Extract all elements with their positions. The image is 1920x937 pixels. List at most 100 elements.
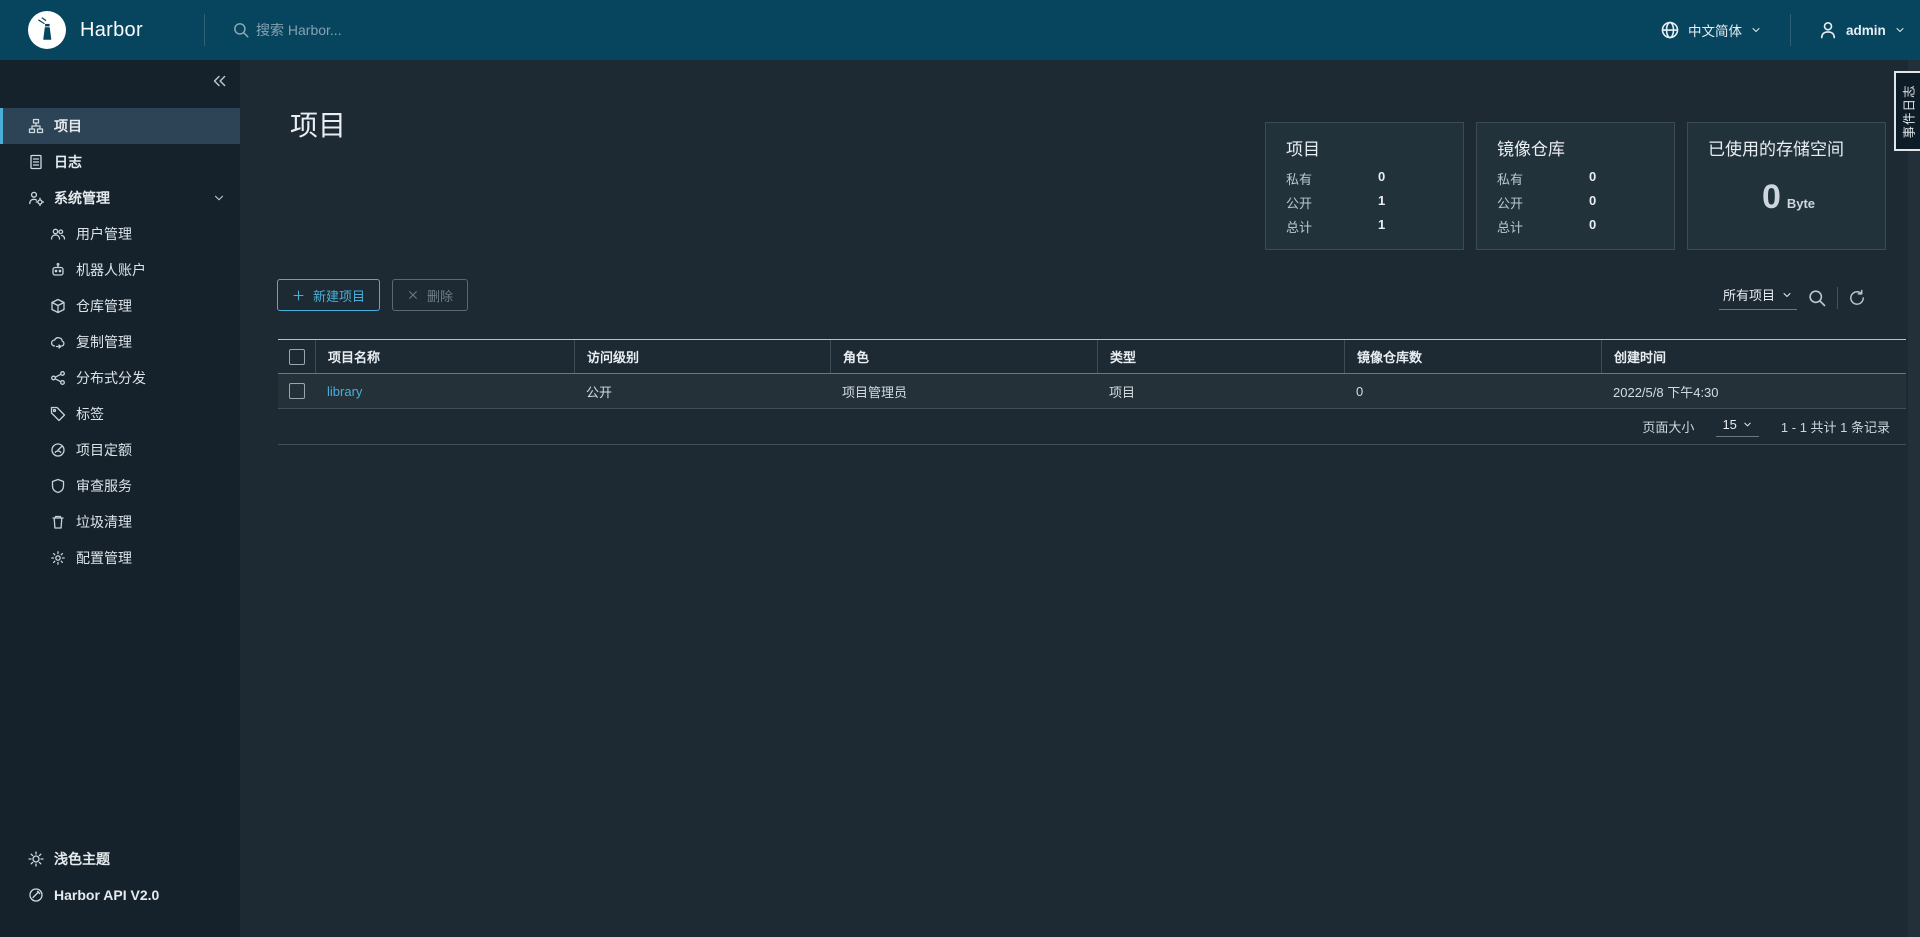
card-title: 项目 [1286,140,1320,159]
page-title: 项目 [290,110,347,141]
sidebar-item-interrogation-services[interactable]: 审查服务 [0,468,240,504]
brand-title[interactable]: Harbor [80,0,143,60]
project-type-filter[interactable]: 所有项目 [1718,285,1797,310]
sidebar-item-robot-accounts[interactable]: 机器人账户 [0,252,240,288]
project-name-link[interactable]: library [327,384,362,399]
sidebar-item-projects[interactable]: 项目 [0,108,240,144]
sidebar-item-label: 复制管理 [76,334,132,350]
robot-icon [52,262,64,276]
sidebar-item-label: 项目 [54,118,82,134]
sidebar-item-light-theme[interactable]: 浅色主题 [0,841,240,877]
tag-icon [50,406,66,422]
storage-unit: Byte [1786,196,1816,211]
chevron-down-icon [214,195,224,201]
sidebar-item-label: 系统管理 [54,190,110,206]
cell-repo-count: 0 [1356,383,1364,399]
column-header-repo-count[interactable]: 镜像仓库数 [1344,340,1601,373]
row-checkbox[interactable] [288,383,305,399]
list-controls: 所有项目 [1718,285,1866,310]
sidebar-item-harbor-api[interactable]: Harbor API V2.0 [0,877,240,913]
sidebar-item-label: Harbor API V2.0 [54,887,160,903]
sidebar-item-administration[interactable]: 系统管理 [0,180,240,216]
quota-gauge-icon [51,443,65,457]
user-menu[interactable]: admin [1818,0,1906,60]
header-divider [204,14,205,46]
summary-cards: 项目 私有 0 公开 1 总计 1 镜像仓库 私有 0 公开 0 总计 0 已使用的存储空间… [1265,122,1886,250]
new-project-button[interactable]: 新建项目 [277,279,381,311]
sidebar-item-label: 配置管理 [76,550,132,566]
sidebar-item-label: 机器人账户 [76,262,146,278]
language-label: 中文简体 [1688,24,1742,39]
sidebar-collapse-button[interactable] [206,68,232,94]
app-header: Harbor 中文简体 admin [0,0,1920,60]
stat-value: 1 [1378,217,1386,232]
projects-icon [28,118,44,134]
language-menu[interactable]: 中文简体 [1660,0,1762,60]
delete-project-button[interactable]: 删除 [392,279,469,311]
stat-value: 0 [1589,169,1597,184]
table-row: library 公开 项目管理员 项目 0 2022/5/8 下午4:30 [278,374,1906,409]
column-header-type[interactable]: 类型 [1097,340,1344,373]
new-project-label: 新建项目 [313,288,366,304]
scrollbar-track[interactable] [1908,60,1920,937]
sidebar-item-project-quotas[interactable]: 项目定额 [0,432,240,468]
table-header-row: 项目名称 访问级别 角色 类型 镜像仓库数 创建时间 [278,340,1906,374]
share-icon [51,371,65,385]
chevron-down-icon [1783,292,1791,297]
trash-icon [52,515,64,529]
chevron-down-icon [1896,28,1904,32]
event-log-tab[interactable]: 事件日志 [1894,71,1920,151]
sidebar-item-label: 日志 [54,154,82,170]
username-label: admin [1846,22,1886,38]
users-icon [50,228,66,240]
sidebar-item-distribution[interactable]: 分布式分发 [0,360,240,396]
sidebar-item-label: 项目定额 [76,442,132,458]
sidebar-item-replications[interactable]: 复制管理 [0,324,240,360]
sidebar-item-logs[interactable]: 日志 [0,144,240,180]
search-icon[interactable] [1807,288,1827,308]
sidebar-item-user-management[interactable]: 用户管理 [0,216,240,252]
column-header-name[interactable]: 项目名称 [315,340,574,373]
sidebar-item-label: 用户管理 [76,226,132,242]
column-header-access-level[interactable]: 访问级别 [574,340,830,373]
shield-icon [51,478,65,494]
sun-icon [28,851,44,867]
cell-created: 2022/5/8 下午4:30 [1613,384,1719,400]
cell-access-level: 公开 [586,384,613,400]
api-docs-icon [29,888,43,902]
cell-type: 项目 [1109,384,1136,400]
refresh-icon[interactable] [1848,289,1866,307]
stat-value: 0 [1589,193,1597,208]
storage-summary-card: 已使用的存储空间 0 Byte [1687,122,1886,250]
sidebar-item-garbage-collection[interactable]: 垃圾清理 [0,504,240,540]
repositories-summary-card: 镜像仓库 私有 0 公开 0 总计 0 [1476,122,1675,250]
projects-summary-card: 项目 私有 0 公开 1 总计 1 [1265,122,1464,250]
page-size-label: 页面大小 [1642,420,1695,435]
user-icon [1820,21,1836,39]
header-divider [1790,14,1791,46]
page-size-select[interactable]: 15 [1716,417,1759,437]
stat-value: 0 [1378,169,1386,184]
sidebar-item-label: 浅色主题 [54,851,110,867]
sidebar-item-configuration[interactable]: 配置管理 [0,540,240,576]
sidebar-item-label: 标签 [76,406,104,422]
double-chevron-left-icon [213,75,226,87]
stat-label: 总计 [1286,220,1313,235]
select-all-checkbox[interactable] [288,348,305,365]
delete-label: 删除 [427,288,454,304]
sidebar-item-labels[interactable]: 标签 [0,396,240,432]
filter-selected-label: 所有项目 [1722,288,1775,303]
column-header-created[interactable]: 创建时间 [1601,340,1906,373]
column-header-role[interactable]: 角色 [830,340,1097,373]
cell-role: 项目管理员 [842,384,908,400]
sidebar-item-label: 审查服务 [76,478,132,494]
globe-icon [1661,21,1679,39]
table-footer: 页面大小 15 1 - 1 共计 1 条记录 [278,409,1906,445]
sidebar-item-label: 垃圾清理 [76,514,132,530]
stat-label: 私有 [1497,172,1524,187]
global-search-input[interactable] [256,22,676,38]
controls-divider [1837,286,1838,309]
stat-value: 1 [1378,193,1386,208]
card-title: 镜像仓库 [1497,140,1565,159]
sidebar-item-registries[interactable]: 仓库管理 [0,288,240,324]
